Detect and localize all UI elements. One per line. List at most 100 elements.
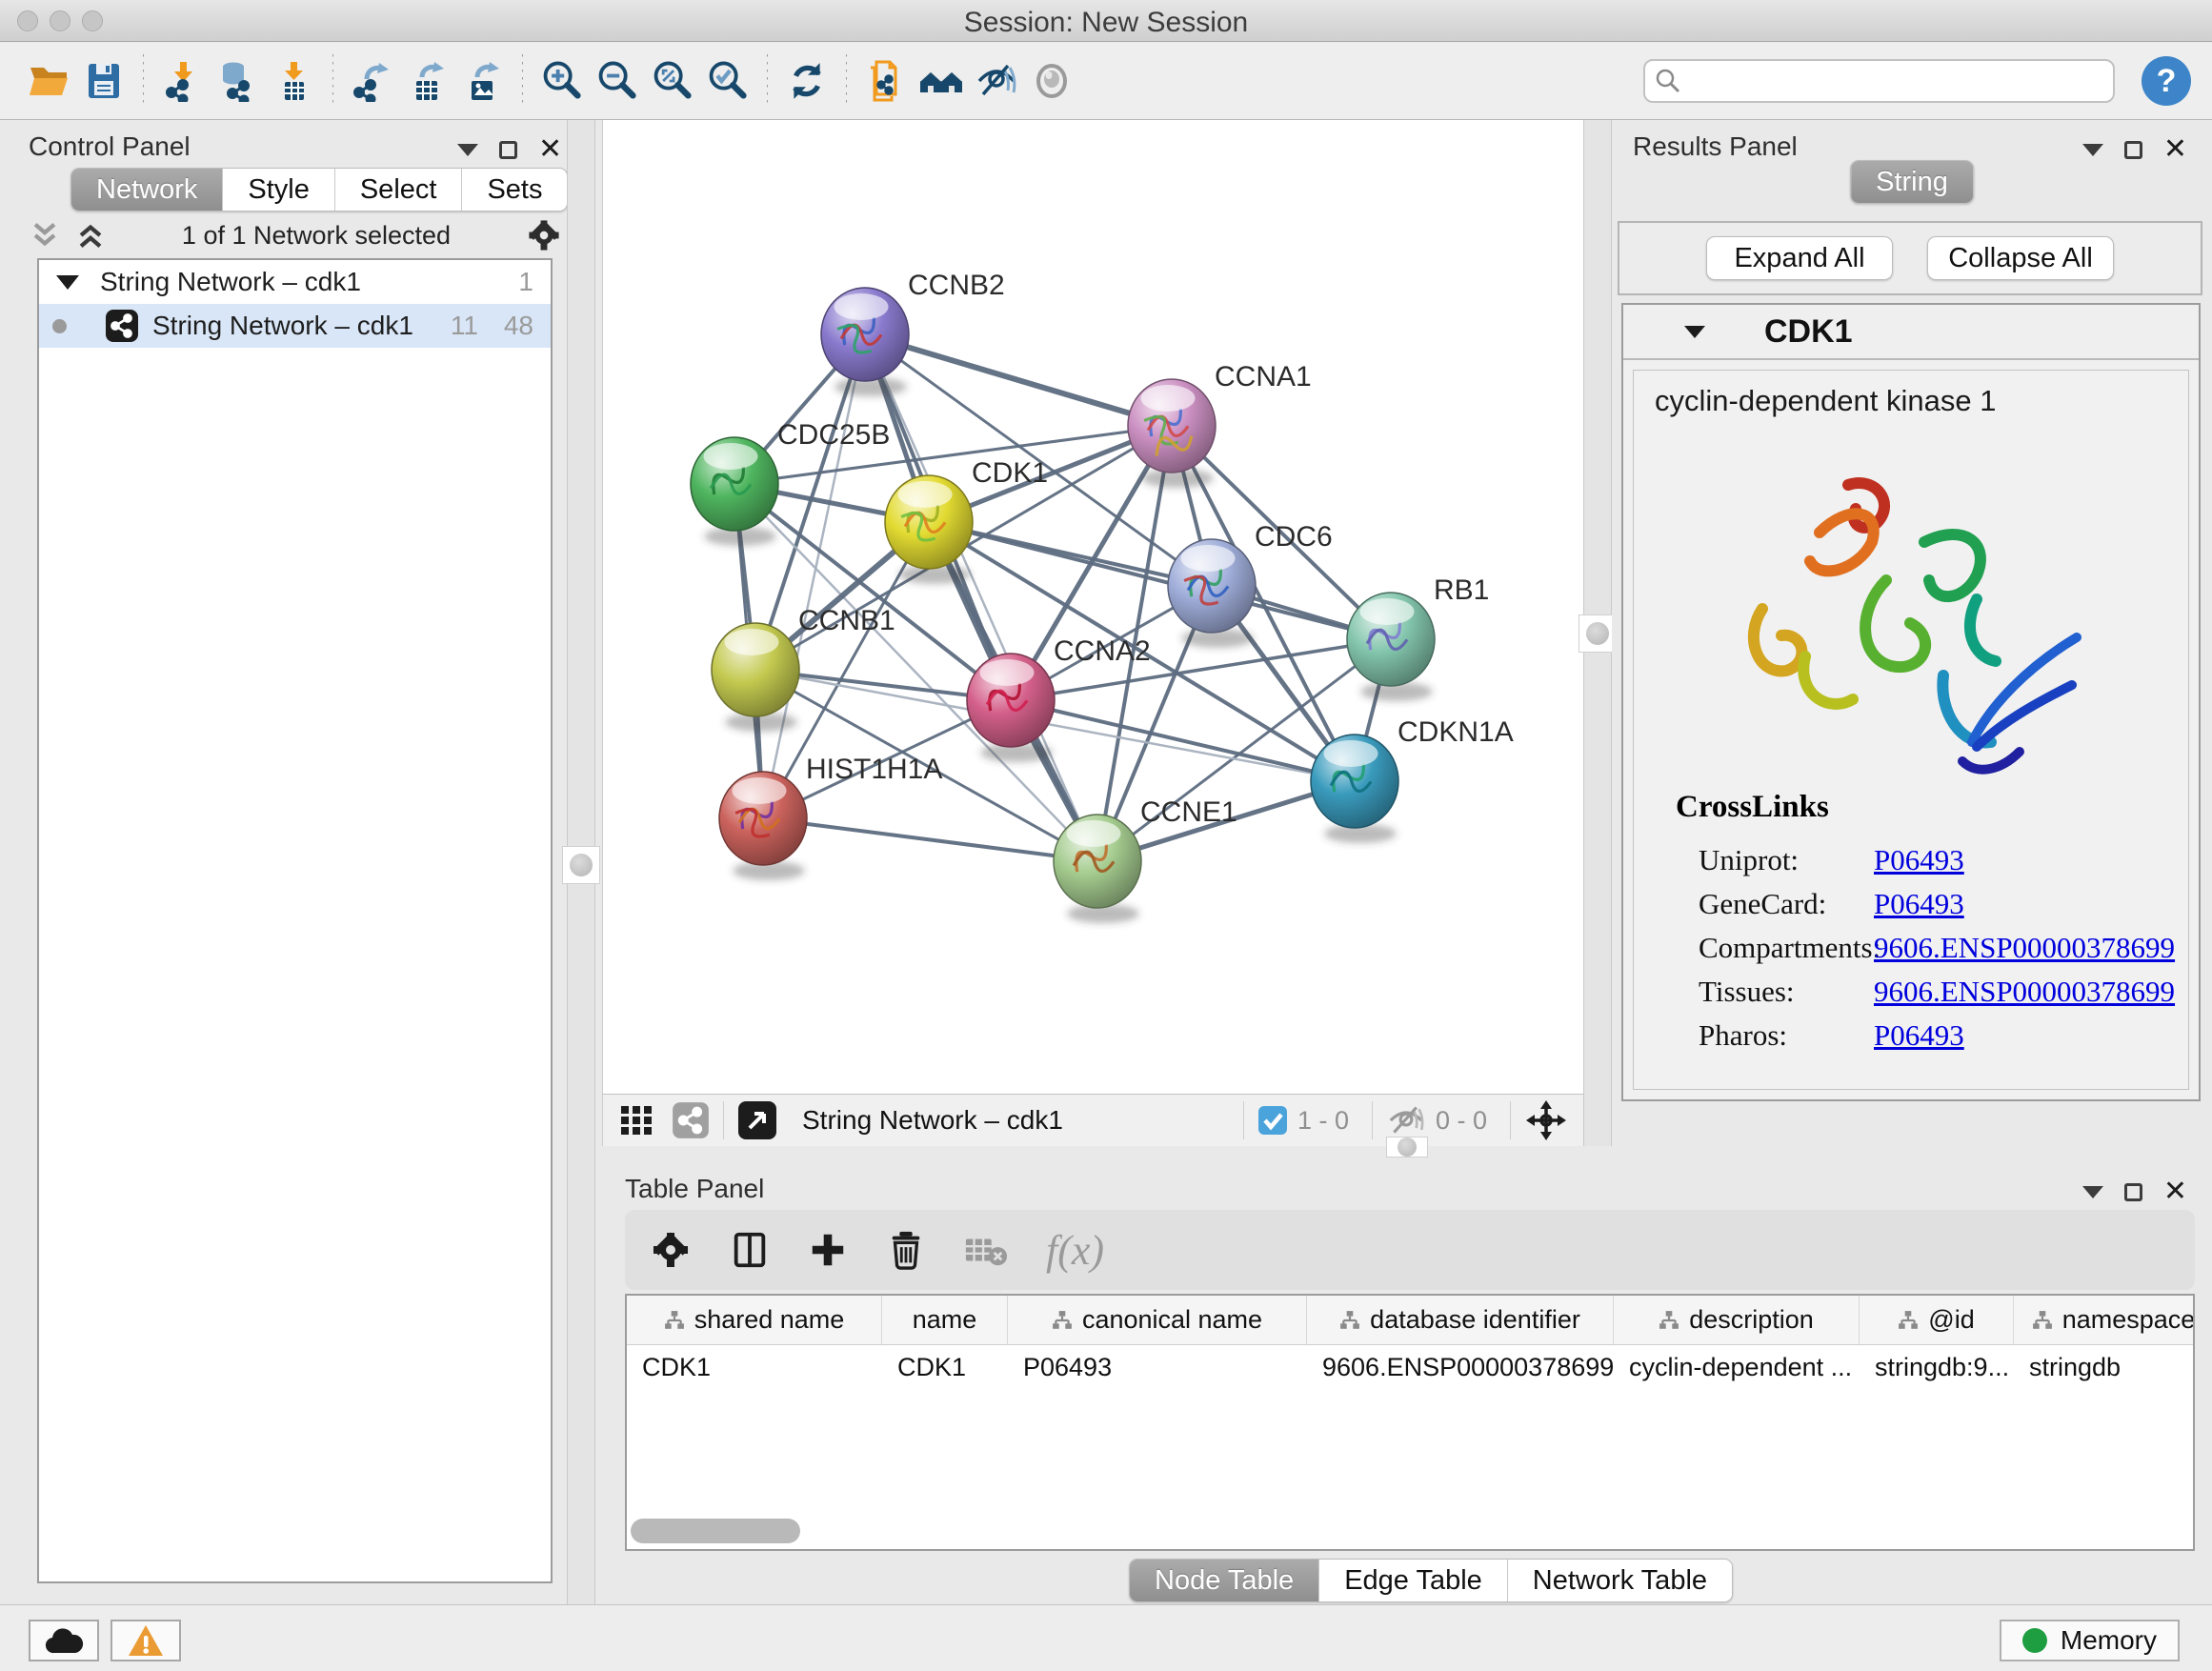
network-edge[interactable] xyxy=(865,334,1172,426)
expand-all-networks-icon[interactable] xyxy=(74,219,107,252)
network-options-gear-icon[interactable] xyxy=(526,217,562,253)
panel-float-icon[interactable] xyxy=(2124,1183,2142,1201)
table-cell[interactable]: stringdb xyxy=(2014,1353,2195,1382)
column-header--id[interactable]: @id xyxy=(1860,1296,2014,1344)
column-header-namespace[interactable]: namespace xyxy=(2014,1296,2195,1344)
export-image-icon[interactable] xyxy=(455,53,511,109)
table-cell[interactable]: cyclin-dependent ... xyxy=(1614,1353,1860,1382)
tab-node-table[interactable]: Node Table xyxy=(1130,1560,1319,1601)
import-network-from-file-icon[interactable] xyxy=(155,53,211,109)
warnings-button[interactable] xyxy=(111,1620,181,1661)
share-document-icon[interactable] xyxy=(858,53,914,109)
expand-all-button[interactable]: Expand All xyxy=(1706,236,1893,280)
network-tree-row[interactable]: String Network – cdk1 11 48 xyxy=(39,304,551,348)
network-node-rb1[interactable]: RB1 xyxy=(1347,574,1489,701)
export-table-icon[interactable] xyxy=(400,53,455,109)
import-network-from-database-icon[interactable] xyxy=(211,53,266,109)
footer-separator xyxy=(723,1101,724,1139)
refresh-view-icon[interactable] xyxy=(779,53,835,109)
delete-column-icon[interactable] xyxy=(886,1230,926,1270)
memory-button[interactable]: Memory xyxy=(2000,1620,2180,1661)
panel-close-icon[interactable]: ✕ xyxy=(538,135,562,164)
network-node-ccnb2[interactable]: CCNB2 xyxy=(821,270,1005,396)
save-session-icon[interactable] xyxy=(76,53,131,109)
pan-crosshair-icon[interactable] xyxy=(1524,1098,1568,1142)
zoom-selected-icon[interactable] xyxy=(700,53,755,109)
hidden-eye-slash-icon[interactable] xyxy=(1386,1103,1426,1137)
grid-view-icon[interactable] xyxy=(618,1101,656,1139)
compartments-link[interactable]: 9606.ENSP00000378699 xyxy=(1874,926,2175,970)
zoom-in-icon[interactable] xyxy=(534,53,590,109)
network-canvas[interactable]: CCNB2CCNA1CDC25BCDK1CDC6RB1CCNB1CCNA2CDK… xyxy=(602,120,1583,1094)
hide-panels-icon[interactable] xyxy=(969,53,1024,109)
network-share-toggle-icon[interactable] xyxy=(672,1101,710,1139)
add-column-icon[interactable] xyxy=(808,1230,848,1270)
section-collapse-icon[interactable] xyxy=(1684,326,1705,338)
column-header-database-identifier[interactable]: database identifier xyxy=(1307,1296,1614,1344)
tab-select[interactable]: Select xyxy=(335,169,463,211)
panel-menu-icon[interactable] xyxy=(2082,144,2103,156)
panel-float-icon[interactable] xyxy=(499,141,517,159)
network-node-cdkn1a[interactable]: CDKN1A xyxy=(1311,716,1514,843)
panel-menu-icon[interactable] xyxy=(457,144,478,156)
bottom-splitter-handle[interactable] xyxy=(1386,1137,1428,1158)
left-splitter-handle[interactable] xyxy=(562,846,600,884)
table-cell[interactable]: CDK1 xyxy=(627,1353,882,1382)
collapse-all-button[interactable]: Collapse All xyxy=(1927,236,2114,280)
tab-style[interactable]: Style xyxy=(223,169,334,211)
node-details-header[interactable]: CDK1 xyxy=(1623,305,2199,360)
network-edge[interactable] xyxy=(763,818,1097,861)
table-cell[interactable]: 9606.ENSP00000378699 xyxy=(1307,1353,1614,1382)
collapse-all-networks-icon[interactable] xyxy=(29,219,61,252)
panel-float-icon[interactable] xyxy=(2124,141,2142,159)
table-horizontal-scrollbar[interactable] xyxy=(631,1519,800,1543)
show-columns-icon[interactable] xyxy=(730,1230,770,1270)
zoom-fit-content-icon[interactable] xyxy=(645,53,700,109)
import-table-from-file-icon[interactable] xyxy=(266,53,321,109)
table-cell[interactable]: P06493 xyxy=(1008,1353,1307,1382)
gene-name: CDK1 xyxy=(1764,313,1853,351)
tab-network-table[interactable]: Network Table xyxy=(1508,1560,1732,1601)
column-header-canonical-name[interactable]: canonical name xyxy=(1008,1296,1307,1344)
show-panels-icon[interactable] xyxy=(1024,53,1079,109)
delete-table-icon[interactable] xyxy=(964,1231,1008,1269)
network-node-cdc6[interactable]: CDC6 xyxy=(1168,521,1333,648)
title-bar: Session: New Session xyxy=(0,0,2212,42)
cloud-status-button[interactable] xyxy=(29,1620,99,1661)
right-splitter-handle[interactable] xyxy=(1579,614,1617,653)
column-header-shared-name[interactable]: shared name xyxy=(627,1296,882,1344)
panel-close-icon[interactable]: ✕ xyxy=(2163,1178,2187,1206)
open-session-icon[interactable] xyxy=(21,53,76,109)
table-cell[interactable]: CDK1 xyxy=(882,1353,1008,1382)
tab-edge-table[interactable]: Edge Table xyxy=(1319,1560,1508,1601)
network-tree-root-row[interactable]: String Network – cdk1 1 xyxy=(39,260,551,304)
pharos-link[interactable]: P06493 xyxy=(1874,1014,1964,1057)
home-layout-icon[interactable] xyxy=(914,53,969,109)
help-button[interactable]: ? xyxy=(2142,56,2191,106)
uniprot-link[interactable]: P06493 xyxy=(1874,838,1964,882)
network-node-ccna1[interactable]: CCNA1 xyxy=(1128,361,1312,488)
tissues-link[interactable]: 9606.ENSP00000378699 xyxy=(1874,970,2175,1014)
function-builder-icon[interactable]: f(x) xyxy=(1046,1226,1104,1275)
panel-close-icon[interactable]: ✕ xyxy=(2163,135,2187,164)
column-header-description[interactable]: description xyxy=(1614,1296,1860,1344)
tab-sets[interactable]: Sets xyxy=(462,169,567,211)
tree-expander-icon[interactable] xyxy=(56,275,79,290)
node-label: CDC6 xyxy=(1255,521,1333,553)
column-header-name[interactable]: name xyxy=(882,1296,1008,1344)
selected-checkbox-icon[interactable] xyxy=(1257,1105,1288,1136)
table-row[interactable]: CDK1CDK1P064939606.ENSP00000378699cyclin… xyxy=(627,1345,2193,1389)
tab-string[interactable]: String xyxy=(1851,161,1973,203)
genecard-link[interactable]: P06493 xyxy=(1874,882,1964,926)
table-cell[interactable]: stringdb:9... xyxy=(1860,1353,2014,1382)
table-options-gear-icon[interactable] xyxy=(650,1229,692,1271)
birds-eye-view-icon[interactable] xyxy=(737,1100,777,1140)
search-input[interactable] xyxy=(1643,59,2115,103)
panel-menu-icon[interactable] xyxy=(2082,1186,2103,1198)
zoom-out-icon[interactable] xyxy=(590,53,645,109)
export-network-icon[interactable] xyxy=(345,53,400,109)
network-node-ccnb1[interactable]: CCNB1 xyxy=(712,605,895,732)
network-node-hist1h1a[interactable]: HIST1H1A xyxy=(719,754,942,880)
tab-network[interactable]: Network xyxy=(71,169,223,211)
network-node-ccne1[interactable]: CCNE1 xyxy=(1054,796,1237,923)
